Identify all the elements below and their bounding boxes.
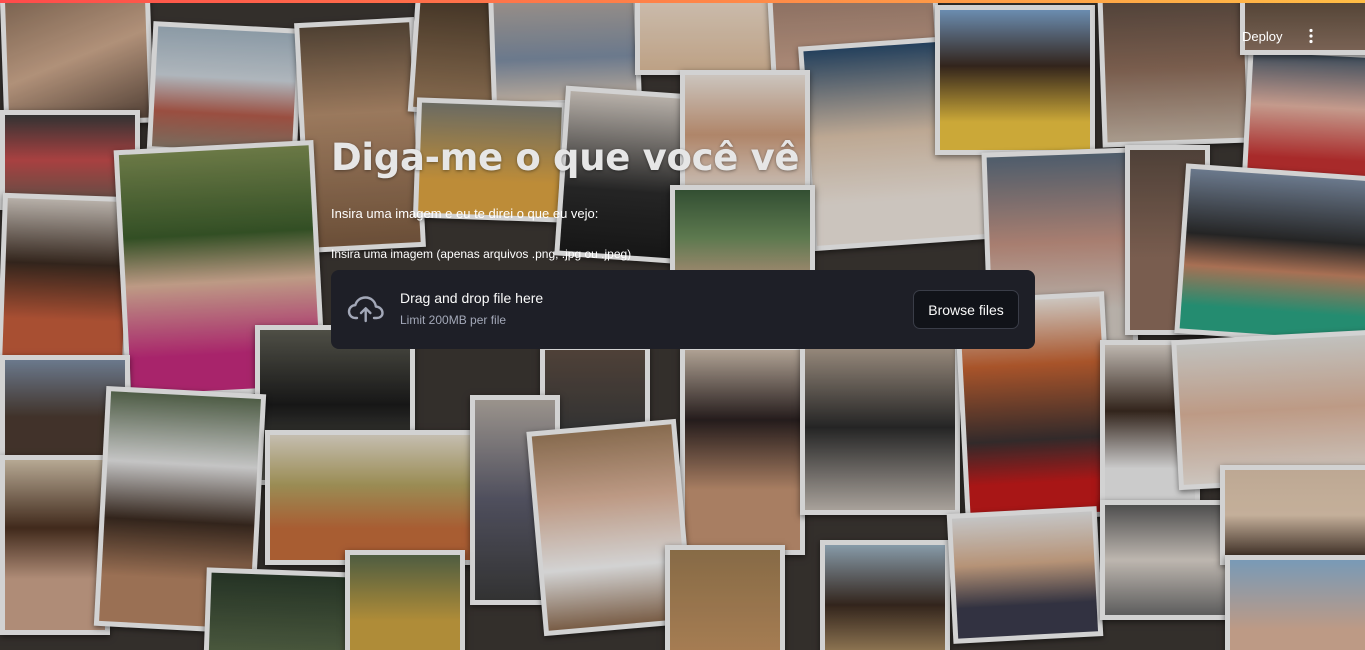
browse-files-button[interactable]: Browse files (913, 290, 1019, 329)
dropzone-instructions: Drag and drop file here Limit 200MB per … (400, 290, 543, 327)
file-uploader-label: Insira uma imagem (apenas arquivos .png,… (331, 247, 632, 261)
app-root: Deploy Diga-me o que você vê Insira uma … (0, 0, 1365, 650)
dropzone-limit-text: Limit 200MB per file (400, 313, 507, 327)
vertical-dots-icon[interactable] (1302, 27, 1320, 45)
app-header: Deploy (0, 0, 1365, 60)
page-title: Diga-me o que você vê (331, 136, 800, 179)
dropzone-drop-text: Drag and drop file here (400, 290, 544, 306)
file-dropzone[interactable]: Drag and drop file here Limit 200MB per … (331, 270, 1035, 349)
header-decoration-bar (0, 0, 1365, 3)
deploy-button[interactable]: Deploy (1234, 27, 1290, 46)
cloud-upload-icon (347, 294, 385, 324)
page-subtitle: Insira uma imagem e eu te direi o que eu… (331, 206, 599, 221)
